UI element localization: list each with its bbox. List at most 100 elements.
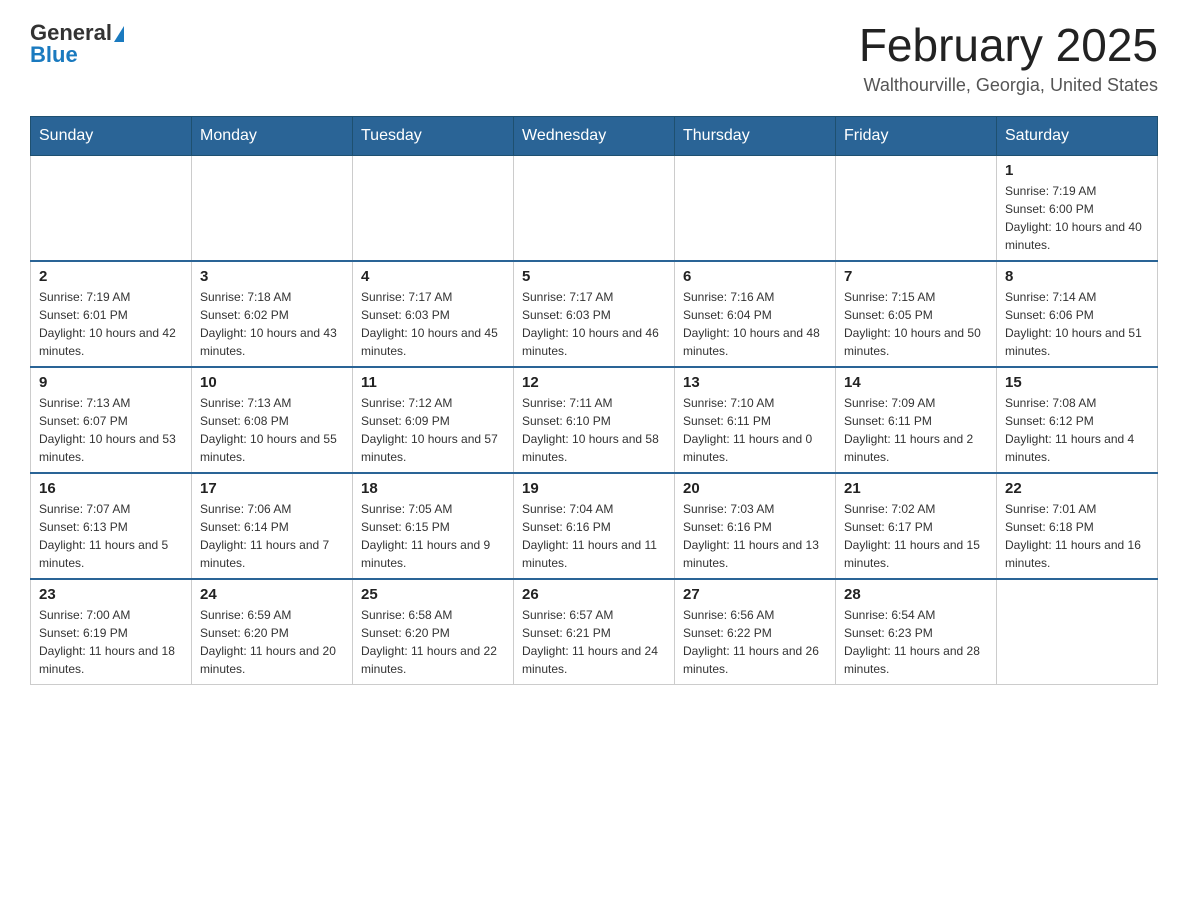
day-info: Sunrise: 6:59 AMSunset: 6:20 PMDaylight:… xyxy=(200,606,344,678)
day-info: Sunrise: 7:14 AMSunset: 6:06 PMDaylight:… xyxy=(1005,288,1149,360)
day-number: 19 xyxy=(522,480,666,497)
day-of-week-header: Saturday xyxy=(997,116,1158,155)
day-number: 14 xyxy=(844,374,988,391)
day-info: Sunrise: 7:13 AMSunset: 6:08 PMDaylight:… xyxy=(200,394,344,466)
calendar-cell: 2 Sunrise: 7:19 AMSunset: 6:01 PMDaylight… xyxy=(31,261,192,367)
calendar-cell: 19 Sunrise: 7:04 AMSunset: 6:16 PMDayligh… xyxy=(514,473,675,579)
calendar-cell xyxy=(353,155,514,261)
day-info: Sunrise: 7:04 AMSunset: 6:16 PMDaylight:… xyxy=(522,500,666,572)
day-info: Sunrise: 6:54 AMSunset: 6:23 PMDaylight:… xyxy=(844,606,988,678)
day-number: 15 xyxy=(1005,374,1149,391)
day-number: 16 xyxy=(39,480,183,497)
day-info: Sunrise: 7:08 AMSunset: 6:12 PMDaylight:… xyxy=(1005,394,1149,466)
day-info: Sunrise: 7:03 AMSunset: 6:16 PMDaylight:… xyxy=(683,500,827,572)
day-number: 28 xyxy=(844,586,988,603)
calendar-cell: 4Sunrise: 7:17 AMSunset: 6:03 PMDaylight… xyxy=(353,261,514,367)
calendar-cell: 21 Sunrise: 7:02 AMSunset: 6:17 PMDayligh… xyxy=(836,473,997,579)
calendar-cell: 16 Sunrise: 7:07 AMSunset: 6:13 PMDayligh… xyxy=(31,473,192,579)
calendar-cell: 9Sunrise: 7:13 AMSunset: 6:07 PMDaylight… xyxy=(31,367,192,473)
calendar-cell: 17 Sunrise: 7:06 AMSunset: 6:14 PMDayligh… xyxy=(192,473,353,579)
day-of-week-header: Thursday xyxy=(675,116,836,155)
day-info: Sunrise: 7:18 AMSunset: 6:02 PMDaylight:… xyxy=(200,288,344,360)
calendar-cell xyxy=(31,155,192,261)
day-info: Sunrise: 7:19 AMSunset: 6:01 PMDaylight:… xyxy=(39,288,183,360)
calendar-cell: 26 Sunrise: 6:57 AMSunset: 6:21 PMDayligh… xyxy=(514,579,675,685)
day-number: 22 xyxy=(1005,480,1149,497)
day-info: Sunrise: 6:56 AMSunset: 6:22 PMDaylight:… xyxy=(683,606,827,678)
calendar-cell: 20 Sunrise: 7:03 AMSunset: 6:16 PMDayligh… xyxy=(675,473,836,579)
day-of-week-header: Friday xyxy=(836,116,997,155)
calendar-cell xyxy=(514,155,675,261)
day-number: 1 xyxy=(1005,162,1149,179)
day-number: 6 xyxy=(683,268,827,285)
calendar-cell: 7Sunrise: 7:15 AMSunset: 6:05 PMDaylight… xyxy=(836,261,997,367)
calendar-cell xyxy=(675,155,836,261)
day-number: 2 xyxy=(39,268,183,285)
day-number: 25 xyxy=(361,586,505,603)
logo-blue: Blue xyxy=(30,42,78,68)
day-info: Sunrise: 6:57 AMSunset: 6:21 PMDaylight:… xyxy=(522,606,666,678)
day-info: Sunrise: 7:01 AMSunset: 6:18 PMDaylight:… xyxy=(1005,500,1149,572)
day-of-week-header: Monday xyxy=(192,116,353,155)
calendar-cell: 28 Sunrise: 6:54 AMSunset: 6:23 PMDayligh… xyxy=(836,579,997,685)
day-info: Sunrise: 7:16 AMSunset: 6:04 PMDaylight:… xyxy=(683,288,827,360)
calendar-cell: 25 Sunrise: 6:58 AMSunset: 6:20 PMDayligh… xyxy=(353,579,514,685)
calendar-week-row: 16 Sunrise: 7:07 AMSunset: 6:13 PMDayligh… xyxy=(31,473,1158,579)
calendar-week-row: 2 Sunrise: 7:19 AMSunset: 6:01 PMDaylight… xyxy=(31,261,1158,367)
calendar-table: SundayMondayTuesdayWednesdayThursdayFrid… xyxy=(30,116,1158,685)
day-number: 17 xyxy=(200,480,344,497)
logo: General Blue xyxy=(30,20,124,68)
day-of-week-header: Wednesday xyxy=(514,116,675,155)
calendar-cell xyxy=(997,579,1158,685)
day-info: Sunrise: 7:07 AMSunset: 6:13 PMDaylight:… xyxy=(39,500,183,572)
day-info: Sunrise: 7:19 AMSunset: 6:00 PMDaylight:… xyxy=(1005,182,1149,254)
calendar-cell: 11 Sunrise: 7:12 AMSunset: 6:09 PMDayligh… xyxy=(353,367,514,473)
day-number: 18 xyxy=(361,480,505,497)
calendar-header-row: SundayMondayTuesdayWednesdayThursdayFrid… xyxy=(31,116,1158,155)
calendar-cell: 3 Sunrise: 7:18 AMSunset: 6:02 PMDaylight… xyxy=(192,261,353,367)
title-area: February 2025 Walthourville, Georgia, Un… xyxy=(859,20,1158,96)
calendar-cell: 22 Sunrise: 7:01 AMSunset: 6:18 PMDayligh… xyxy=(997,473,1158,579)
day-info: Sunrise: 7:13 AMSunset: 6:07 PMDaylight:… xyxy=(39,394,183,466)
day-info: Sunrise: 7:17 AMSunset: 6:03 PMDaylight:… xyxy=(522,288,666,360)
day-number: 10 xyxy=(200,374,344,391)
day-info: Sunrise: 7:12 AMSunset: 6:09 PMDaylight:… xyxy=(361,394,505,466)
day-number: 20 xyxy=(683,480,827,497)
calendar-cell: 27 Sunrise: 6:56 AMSunset: 6:22 PMDayligh… xyxy=(675,579,836,685)
day-info: Sunrise: 6:58 AMSunset: 6:20 PMDaylight:… xyxy=(361,606,505,678)
day-info: Sunrise: 7:09 AMSunset: 6:11 PMDaylight:… xyxy=(844,394,988,466)
day-of-week-header: Tuesday xyxy=(353,116,514,155)
day-info: Sunrise: 7:00 AMSunset: 6:19 PMDaylight:… xyxy=(39,606,183,678)
location: Walthourville, Georgia, United States xyxy=(859,75,1158,96)
day-info: Sunrise: 7:15 AMSunset: 6:05 PMDaylight:… xyxy=(844,288,988,360)
day-number: 12 xyxy=(522,374,666,391)
day-info: Sunrise: 7:17 AMSunset: 6:03 PMDaylight:… xyxy=(361,288,505,360)
day-number: 23 xyxy=(39,586,183,603)
calendar-cell: 13Sunrise: 7:10 AMSunset: 6:11 PMDayligh… xyxy=(675,367,836,473)
calendar-cell xyxy=(192,155,353,261)
day-info: Sunrise: 7:02 AMSunset: 6:17 PMDaylight:… xyxy=(844,500,988,572)
day-number: 13 xyxy=(683,374,827,391)
day-info: Sunrise: 7:06 AMSunset: 6:14 PMDaylight:… xyxy=(200,500,344,572)
calendar-cell: 15 Sunrise: 7:08 AMSunset: 6:12 PMDayligh… xyxy=(997,367,1158,473)
day-number: 8 xyxy=(1005,268,1149,285)
day-number: 24 xyxy=(200,586,344,603)
day-info: Sunrise: 7:05 AMSunset: 6:15 PMDaylight:… xyxy=(361,500,505,572)
calendar-cell: 24 Sunrise: 6:59 AMSunset: 6:20 PMDayligh… xyxy=(192,579,353,685)
day-number: 21 xyxy=(844,480,988,497)
day-number: 26 xyxy=(522,586,666,603)
day-number: 3 xyxy=(200,268,344,285)
calendar-cell: 5Sunrise: 7:17 AMSunset: 6:03 PMDaylight… xyxy=(514,261,675,367)
day-of-week-header: Sunday xyxy=(31,116,192,155)
calendar-cell: 14 Sunrise: 7:09 AMSunset: 6:11 PMDayligh… xyxy=(836,367,997,473)
calendar-cell: 23 Sunrise: 7:00 AMSunset: 6:19 PMDayligh… xyxy=(31,579,192,685)
calendar-cell: 6 Sunrise: 7:16 AMSunset: 6:04 PMDaylight… xyxy=(675,261,836,367)
calendar-cell: 12Sunrise: 7:11 AMSunset: 6:10 PMDayligh… xyxy=(514,367,675,473)
calendar-week-row: 1 Sunrise: 7:19 AMSunset: 6:00 PMDaylight… xyxy=(31,155,1158,261)
calendar-cell: 1 Sunrise: 7:19 AMSunset: 6:00 PMDaylight… xyxy=(997,155,1158,261)
calendar-cell: 8 Sunrise: 7:14 AMSunset: 6:06 PMDaylight… xyxy=(997,261,1158,367)
calendar-cell: 18 Sunrise: 7:05 AMSunset: 6:15 PMDayligh… xyxy=(353,473,514,579)
calendar-week-row: 23 Sunrise: 7:00 AMSunset: 6:19 PMDayligh… xyxy=(31,579,1158,685)
day-number: 27 xyxy=(683,586,827,603)
day-number: 11 xyxy=(361,374,505,391)
